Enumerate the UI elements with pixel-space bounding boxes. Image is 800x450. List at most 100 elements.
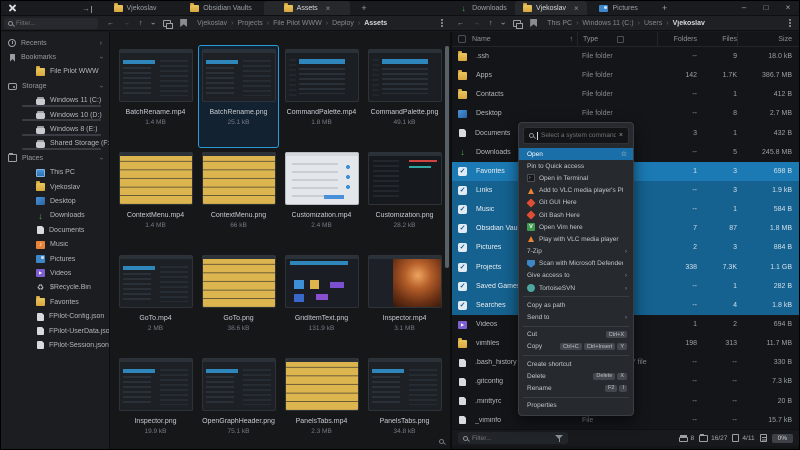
sidebar-item[interactable]: Shared Storage (F:) [1, 137, 109, 151]
grid-item[interactable]: Customization.mp4 2.4 MB [281, 148, 362, 251]
sidebar-item[interactable]: Recents › [1, 36, 109, 50]
chevron-icon[interactable]: › [97, 157, 104, 159]
sidebar-item[interactable]: Downloads [1, 209, 109, 223]
breadcrumb-item[interactable]: Projects [237, 20, 273, 27]
menu-item[interactable]: Delete DeleteX [519, 370, 633, 382]
close-button[interactable]: × [777, 1, 799, 15]
maximize-button[interactable]: □ [755, 1, 777, 15]
menu-item[interactable]: Open ☆ [519, 148, 633, 160]
grid-item[interactable]: Inspector.png 19.9 kB [115, 354, 196, 450]
column-type[interactable]: Type [577, 32, 657, 46]
tab[interactable]: Obsidian Vaults [178, 1, 264, 15]
breadcrumb-item[interactable]: Vjekoslav [197, 20, 237, 27]
grid-item[interactable]: GoTo.mp4 2 MB [115, 251, 196, 354]
menu-item[interactable]: Rename F2I [519, 382, 633, 394]
breadcrumb-item[interactable]: This PC [547, 20, 582, 27]
left-filter-box[interactable] [4, 18, 98, 29]
grid-item[interactable]: PanelsTabs.png 34.8 kB [364, 354, 445, 450]
filter-funnel-icon[interactable] [555, 434, 563, 442]
sidebar-item[interactable]: Storage › [1, 79, 109, 93]
new-tab-button[interactable]: + [657, 1, 673, 15]
file-row[interactable]: Apps File folder 142 1.7K 386.7 MB [452, 66, 799, 85]
tab[interactable]: Pictures [587, 1, 651, 15]
column-size[interactable]: Size [737, 32, 799, 46]
clipboard-icon[interactable] [760, 434, 767, 442]
sidebar-item[interactable]: This PC [1, 166, 109, 180]
menu-item[interactable]: Send to › [519, 311, 633, 323]
sidebar-item[interactable]: Favorites [1, 295, 109, 309]
sidebar-item[interactable]: Music [1, 237, 109, 251]
grid-item[interactable]: Customization.png 28.2 kB [364, 148, 445, 251]
breadcrumb-item[interactable]: Deploy [332, 20, 364, 27]
grid-filter-icon[interactable] [439, 439, 444, 444]
select-all-checkbox[interactable] [458, 35, 466, 43]
column-files[interactable]: Files [697, 32, 737, 46]
new-tab-button[interactable]: + [356, 1, 372, 15]
back-button[interactable]: ← [457, 20, 464, 27]
sidebar-item[interactable]: Videos [1, 266, 109, 280]
up-button[interactable]: ↑ [139, 20, 143, 27]
menu-item[interactable]: Cut Ctrl+X [519, 329, 633, 341]
menu-item[interactable]: TortoiseSVN › [519, 282, 633, 294]
tab-close-icon[interactable]: × [326, 4, 331, 13]
sidebar-item[interactable]: Windows 11 (C:) [1, 94, 109, 108]
grid-item[interactable]: ContextMenu.png 66 kB [198, 148, 279, 251]
grid-item[interactable]: CommandPalette.mp4 1.8 MB [281, 45, 362, 148]
grid-item[interactable]: BatchRename.mp4 1.4 MB [115, 45, 196, 148]
bookmark-icon[interactable] [530, 19, 537, 27]
command-search-input[interactable] [541, 132, 616, 139]
duplicate-tab-icon[interactable] [513, 20, 521, 27]
sort-ascending-icon[interactable]: ↑ [570, 36, 574, 43]
left-filter-input[interactable] [16, 20, 94, 27]
tab-close-icon[interactable]: × [574, 4, 579, 13]
sidebar-item[interactable]: Desktop [1, 194, 109, 208]
menu-item[interactable]: Copy Ctrl+CCtrl+InsertY [519, 341, 633, 353]
sidebar-item[interactable]: Places › [1, 151, 109, 165]
tab[interactable]: Downloads [451, 1, 515, 15]
right-pane-menu-icon[interactable] [789, 22, 791, 24]
grid-item[interactable]: PanelsTabs.mp4 2.3 MB [281, 354, 362, 450]
menu-item[interactable]: Create shortcut [519, 358, 633, 370]
grid-scrollbar[interactable] [445, 46, 449, 268]
breadcrumb-item[interactable]: Vjekoslav [673, 20, 705, 27]
tab[interactable]: Vjekoslav [92, 1, 178, 15]
grid-item[interactable]: CommandPalette.png 49.1 kB [364, 45, 445, 148]
sidebar-item[interactable]: Bookmarks › [1, 50, 109, 64]
sidebar-item[interactable]: FPilot-Session.json [1, 338, 109, 352]
grid-item[interactable]: ContextMenu.mp4 1.4 MB [115, 148, 196, 251]
column-name[interactable]: Name ↑ [472, 36, 577, 43]
sidebar-item[interactable]: Documents [1, 223, 109, 237]
forward-button[interactable]: → [123, 20, 130, 27]
tab[interactable]: Assets × [264, 1, 350, 15]
breadcrumb-item[interactable]: Windows 11 (C:) [582, 20, 644, 27]
menu-item[interactable]: Properties [519, 400, 633, 412]
duplicate-tab-icon[interactable] [163, 20, 171, 27]
bookmark-icon[interactable] [180, 19, 187, 27]
grid-item[interactable]: GridItemText.png 131.9 kB [281, 251, 362, 354]
favorite-star-icon[interactable]: ☆ [621, 150, 627, 158]
back-button[interactable]: ← [107, 20, 114, 27]
column-folders[interactable]: Folders [657, 32, 697, 46]
grid-item[interactable]: Inspector.mp4 3.1 MB [364, 251, 445, 354]
left-pane-menu-icon[interactable] [441, 22, 443, 24]
tab-overflow-icon[interactable]: → [82, 3, 92, 15]
right-filter-box[interactable] [458, 432, 568, 444]
menu-item[interactable]: Copy as path [519, 299, 633, 311]
type-filter-icon[interactable] [617, 36, 624, 43]
menu-item[interactable]: Pin to Quick access [519, 160, 633, 172]
sidebar-item[interactable]: Vjekoslav [1, 180, 109, 194]
sidebar-item[interactable]: Windows 10 (D:) [1, 108, 109, 122]
chevron-icon[interactable]: › [100, 40, 102, 47]
breadcrumb-item[interactable]: Assets [364, 20, 387, 27]
minimize-button[interactable]: – [733, 1, 755, 15]
menu-item[interactable]: Give access to › [519, 270, 633, 282]
menu-item[interactable]: Play with VLC media player [519, 233, 633, 245]
command-search-box[interactable]: × [523, 127, 629, 144]
menu-item[interactable]: 7-Zip › [519, 246, 633, 258]
sidebar-item[interactable]: File Pilot WWW [1, 65, 109, 79]
menu-item[interactable]: Add to VLC media player's Playlist [519, 185, 633, 197]
file-row[interactable]: .ssh File folder -- 9 18.0 kB [452, 47, 799, 66]
history-dropdown-icon[interactable]: › [498, 22, 507, 25]
breadcrumb-item[interactable]: Users [644, 20, 673, 27]
history-dropdown-icon[interactable]: › [148, 22, 157, 25]
